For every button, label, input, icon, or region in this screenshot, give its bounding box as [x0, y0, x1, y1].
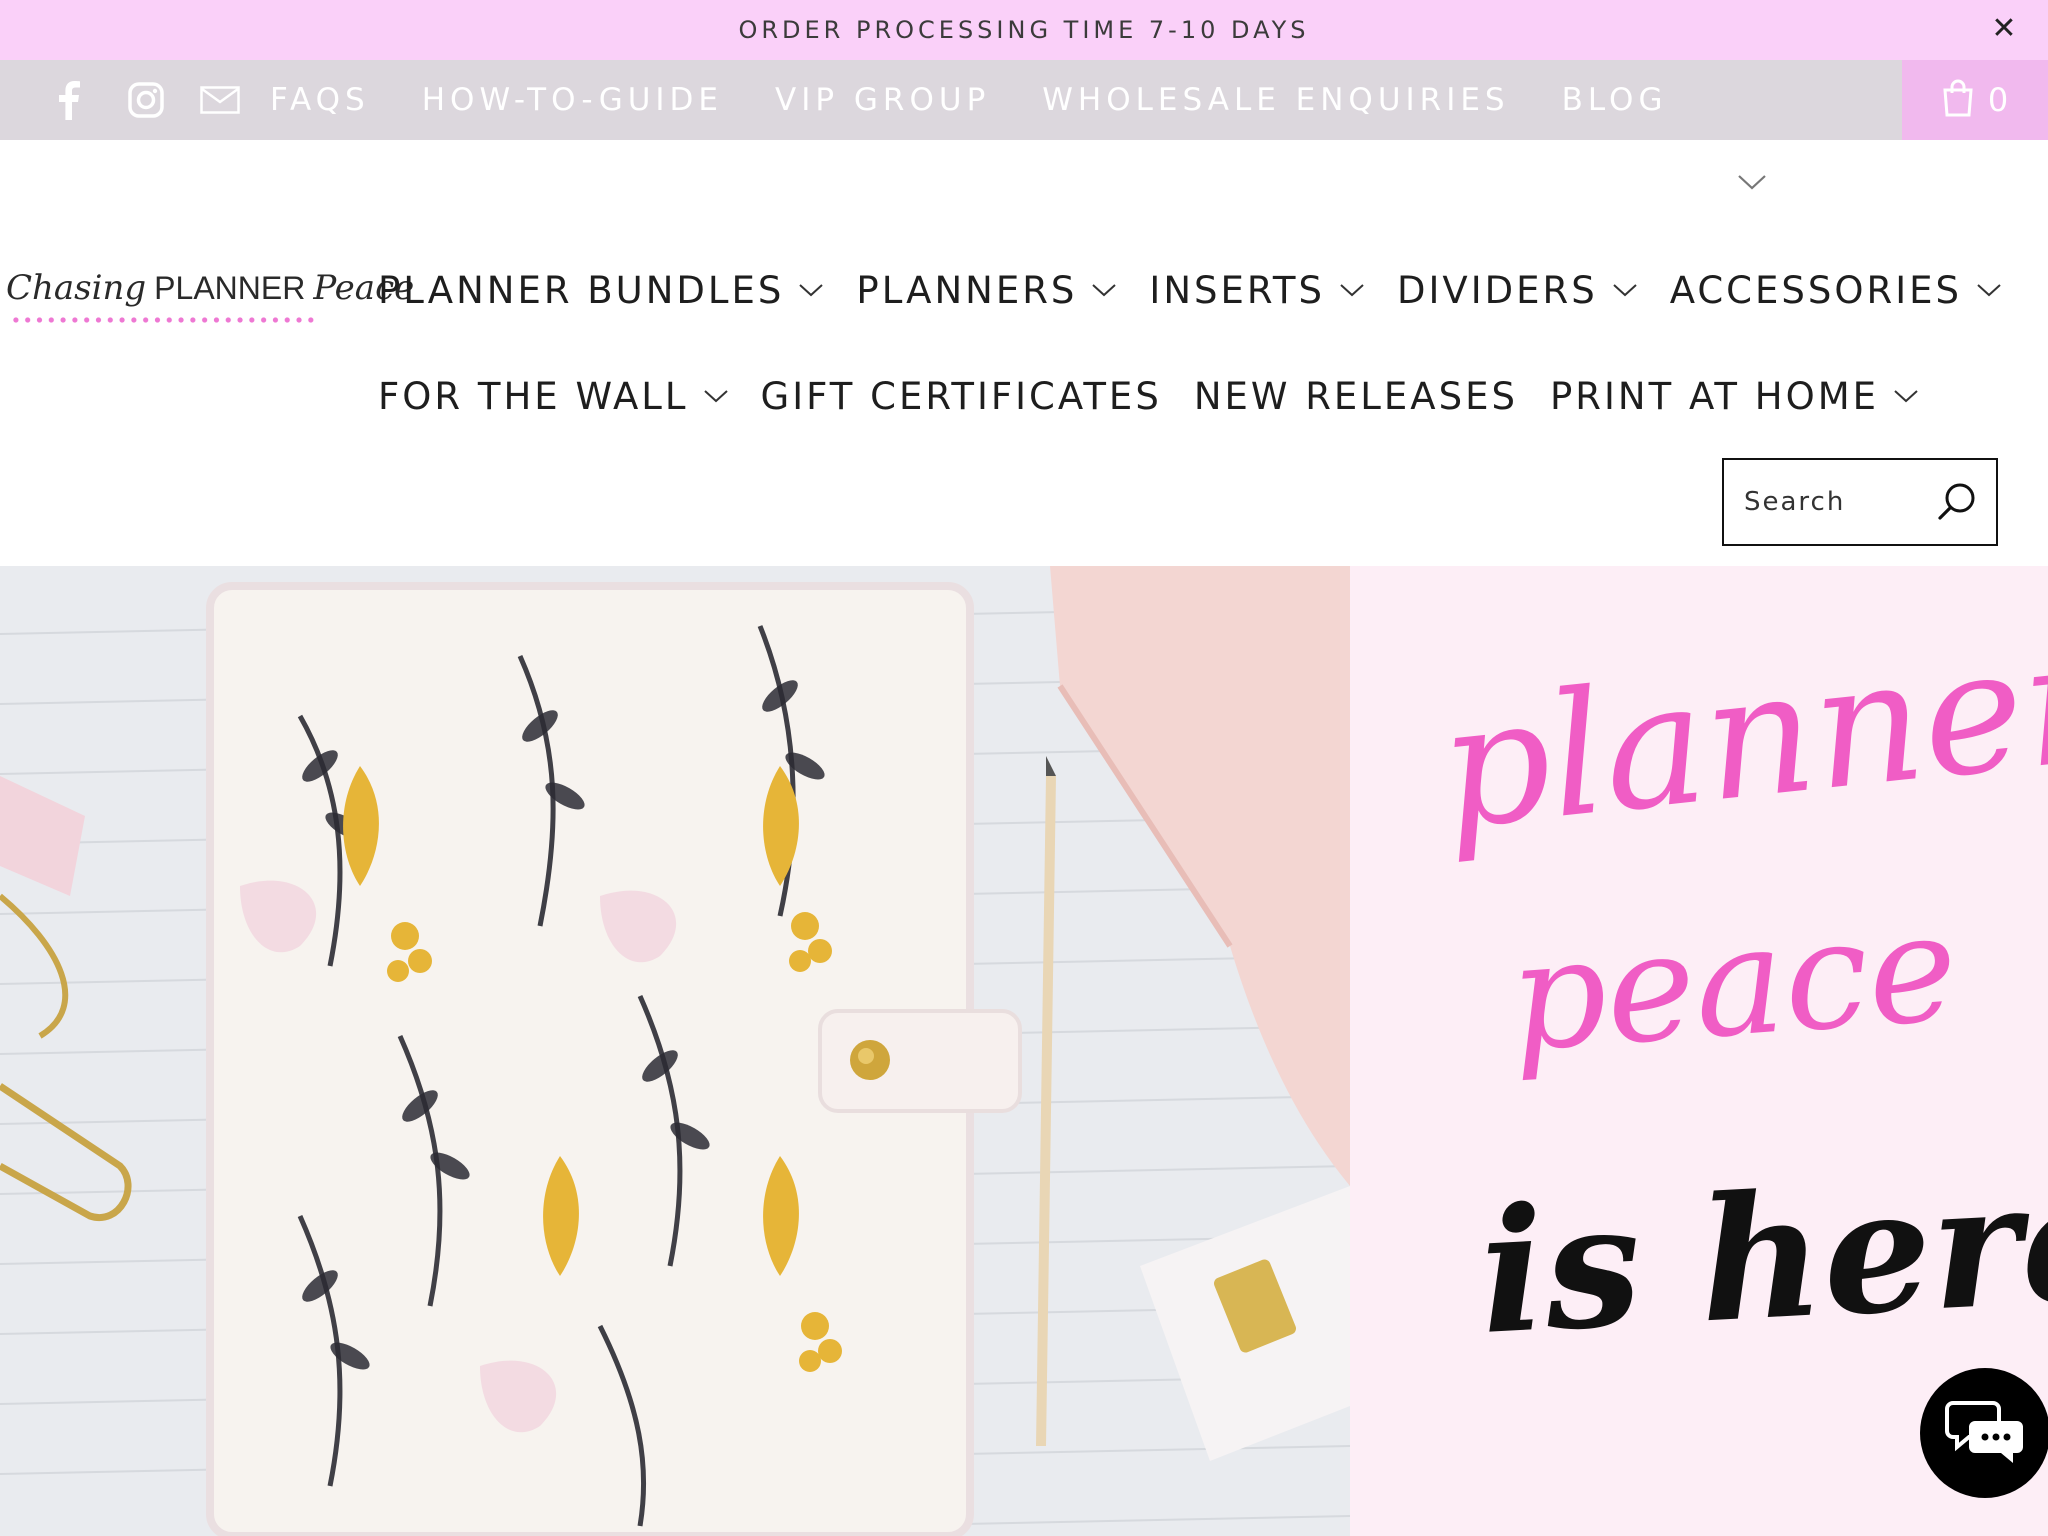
- search-icon[interactable]: [1936, 480, 1980, 524]
- nav-label: ACCESSORIES: [1669, 268, 1962, 312]
- nav-label: FOR THE WALL: [378, 374, 689, 418]
- cart-count: 0: [1987, 81, 2009, 119]
- hero-photo: [0, 566, 1350, 1536]
- site-logo[interactable]: Chasing PLANNER Peace: [6, 268, 414, 328]
- hero-headline-line-2: peace: [1504, 880, 1963, 1086]
- close-icon[interactable]: ✕: [1984, 8, 2024, 48]
- logo-caps: PLANNER: [154, 270, 306, 306]
- hero-banner[interactable]: planner peace is here: [0, 566, 2048, 1536]
- hero-headline-line-3: is here: [1475, 1139, 2048, 1373]
- cart-button[interactable]: 0: [1902, 60, 2048, 140]
- top-nav-how-to-guide[interactable]: HOW-TO-GUIDE: [422, 82, 723, 118]
- nav-new-releases[interactable]: NEW RELEASES: [1194, 375, 1518, 418]
- nav-planners[interactable]: PLANNERS: [856, 269, 1117, 312]
- nav-label: PLANNERS: [856, 268, 1078, 312]
- nav-dividers[interactable]: DIVIDERS: [1397, 269, 1638, 312]
- mail-icon[interactable]: [200, 60, 244, 140]
- nav-label: PLANNER BUNDLES: [378, 268, 785, 312]
- nav-label: PRINT AT HOME: [1549, 374, 1879, 418]
- chat-icon: [1945, 1397, 2025, 1470]
- top-nav: FAQS HOW-TO-GUIDE VIP GROUP WHOLESALE EN…: [270, 60, 1719, 140]
- top-nav-vip-group[interactable]: VIP GROUP: [775, 82, 990, 118]
- chevron-down-icon: [703, 390, 728, 403]
- nav-planner-bundles[interactable]: PLANNER BUNDLES: [378, 269, 824, 312]
- search-box: [1722, 458, 1998, 546]
- announcement-bar: ORDER PROCESSING TIME 7-10 DAYS ✕: [0, 0, 2048, 60]
- logo-text: Chasing PLANNER Peace: [6, 268, 414, 308]
- nav-inserts[interactable]: INSERTS: [1149, 269, 1365, 312]
- nav-label: NEW RELEASES: [1193, 374, 1518, 418]
- chevron-down-icon: [1092, 284, 1117, 297]
- main-nav-row-1: PLANNER BUNDLES PLANNERS INSERTS DIVIDER…: [378, 262, 2001, 318]
- top-nav-faqs[interactable]: FAQS: [270, 82, 370, 118]
- search-input[interactable]: [1744, 487, 1924, 517]
- nav-gift-certificates[interactable]: GIFT CERTIFICATES: [761, 375, 1162, 418]
- chevron-down-icon: [1340, 284, 1364, 297]
- chevron-down-icon: [1613, 284, 1637, 297]
- hero-headline-line-1: planner: [1431, 601, 2048, 869]
- facebook-icon[interactable]: [58, 60, 92, 140]
- nav-label: INSERTS: [1149, 268, 1325, 312]
- chevron-down-icon[interactable]: [1736, 170, 1768, 194]
- top-nav-wholesale-enquiries[interactable]: WHOLESALE ENQUIRIES: [1042, 82, 1509, 118]
- announcement-text: ORDER PROCESSING TIME 7-10 DAYS: [738, 16, 1310, 44]
- instagram-icon[interactable]: [128, 60, 168, 140]
- chevron-down-icon: [1894, 390, 1918, 403]
- logo-dots: [10, 316, 316, 324]
- chevron-down-icon: [1977, 284, 2001, 297]
- nav-accessories[interactable]: ACCESSORIES: [1670, 269, 2002, 312]
- chat-button[interactable]: [1920, 1368, 2048, 1498]
- top-nav-blog[interactable]: BLOG: [1562, 82, 1668, 118]
- nav-label: DIVIDERS: [1396, 268, 1598, 312]
- nav-label: GIFT CERTIFICATES: [760, 374, 1162, 418]
- main-nav-row-2: FOR THE WALL GIFT CERTIFICATES NEW RELEA…: [378, 368, 1918, 424]
- top-utility-bar: FAQS HOW-TO-GUIDE VIP GROUP WHOLESALE EN…: [0, 60, 2048, 140]
- logo-script-left: Chasing: [6, 268, 147, 308]
- shopping-bag-icon: [1942, 79, 1974, 122]
- chevron-down-icon: [799, 284, 824, 297]
- planner-product-image: [0, 566, 1350, 1536]
- nav-for-the-wall[interactable]: FOR THE WALL: [378, 375, 729, 418]
- nav-print-at-home[interactable]: PRINT AT HOME: [1550, 375, 1919, 418]
